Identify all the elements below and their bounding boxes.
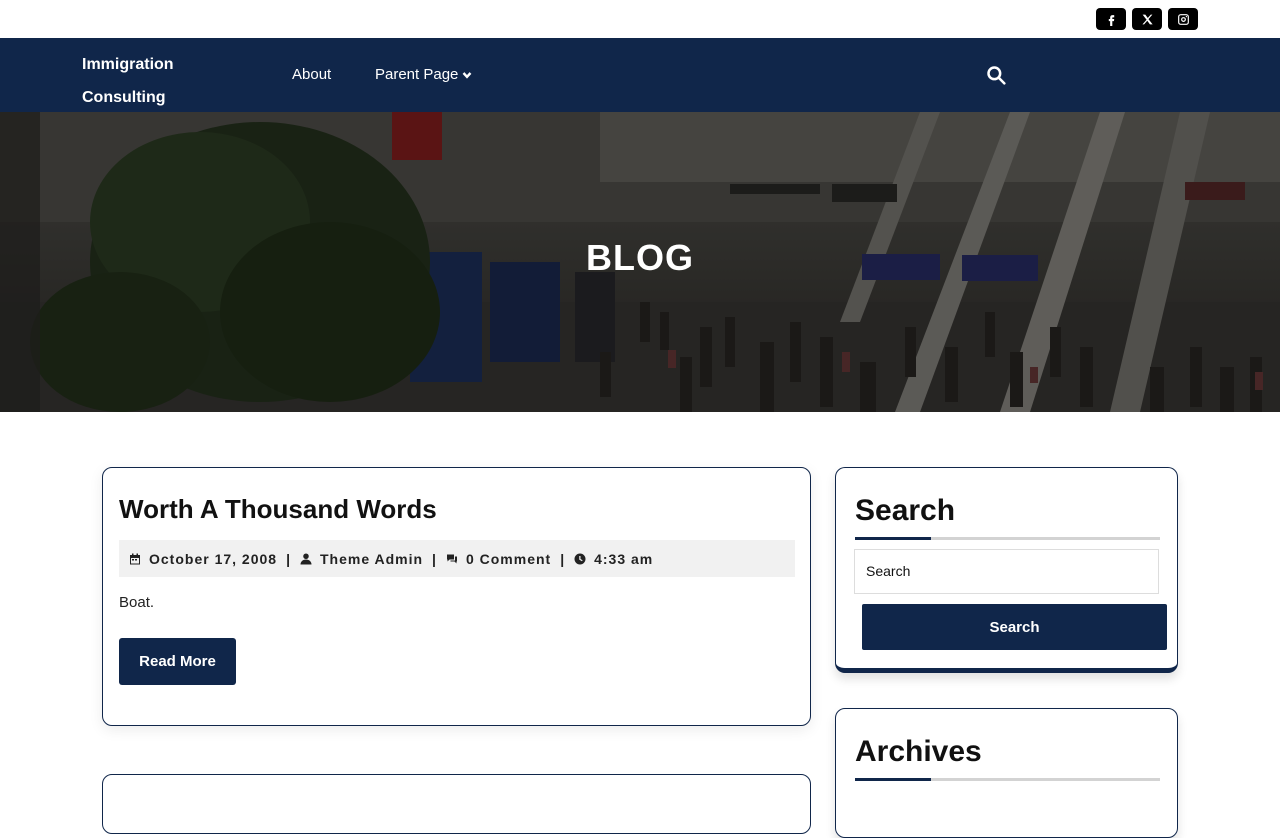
page-title: BLOG [586,237,694,278]
instagram-icon[interactable] [1168,8,1198,30]
post-author-label: Theme Admin [319,550,424,567]
next-post-card [102,774,811,834]
facebook-icon[interactable] [1096,8,1126,30]
post-date[interactable]: October 17, 2008 [129,551,277,567]
comments-icon [446,554,457,563]
post-comments[interactable]: 0 Comment [446,551,551,567]
top-social-bar [0,0,1280,38]
hero-banner: BLOG [0,112,1280,412]
widget-title-underline [855,537,1160,540]
meta-separator: | [286,550,291,567]
search-button[interactable]: Search [862,604,1167,650]
read-more-button[interactable]: Read More [119,638,236,685]
user-icon [300,553,312,564]
search-input[interactable]: Search [854,549,1159,594]
post-excerpt: Boat. [119,594,155,611]
post-title[interactable]: Worth A Thousand Words [119,494,437,525]
widget-title-underline [855,778,1160,781]
chevron-down-icon [463,72,472,79]
clock-icon [574,553,586,564]
nav-about[interactable]: About [292,66,331,84]
post-meta: October 17, 2008 | Theme Admin | 0 Comme… [119,540,795,577]
archives-widget-title: Archives [855,735,982,768]
post-comments-label: 0 Comment [465,550,552,567]
search-widget: Search Search Search [835,467,1178,673]
calendar-icon [130,553,140,564]
post-author[interactable]: Theme Admin [300,551,423,567]
nav-parent-page-label: Parent Page [375,66,459,83]
post-card: Worth A Thousand Words October 17, 2008 … [102,467,811,726]
archives-widget: Archives [835,708,1178,838]
meta-separator: | [560,550,566,567]
nav-about-label: About [292,66,332,83]
main-navbar: Immigration Consulting About Parent Page [0,38,1280,112]
nav-parent-page[interactable]: Parent Page [375,66,472,84]
meta-separator: | [432,550,437,567]
post-time: 4:33 am [574,551,653,567]
x-twitter-icon[interactable] [1132,8,1162,30]
search-widget-title: Search [855,494,956,527]
site-brand[interactable]: Immigration Consulting [82,48,212,114]
post-time-label: 4:33 am [594,550,654,567]
post-date-label: October 17, 2008 [149,550,278,567]
search-icon[interactable] [986,65,1008,87]
